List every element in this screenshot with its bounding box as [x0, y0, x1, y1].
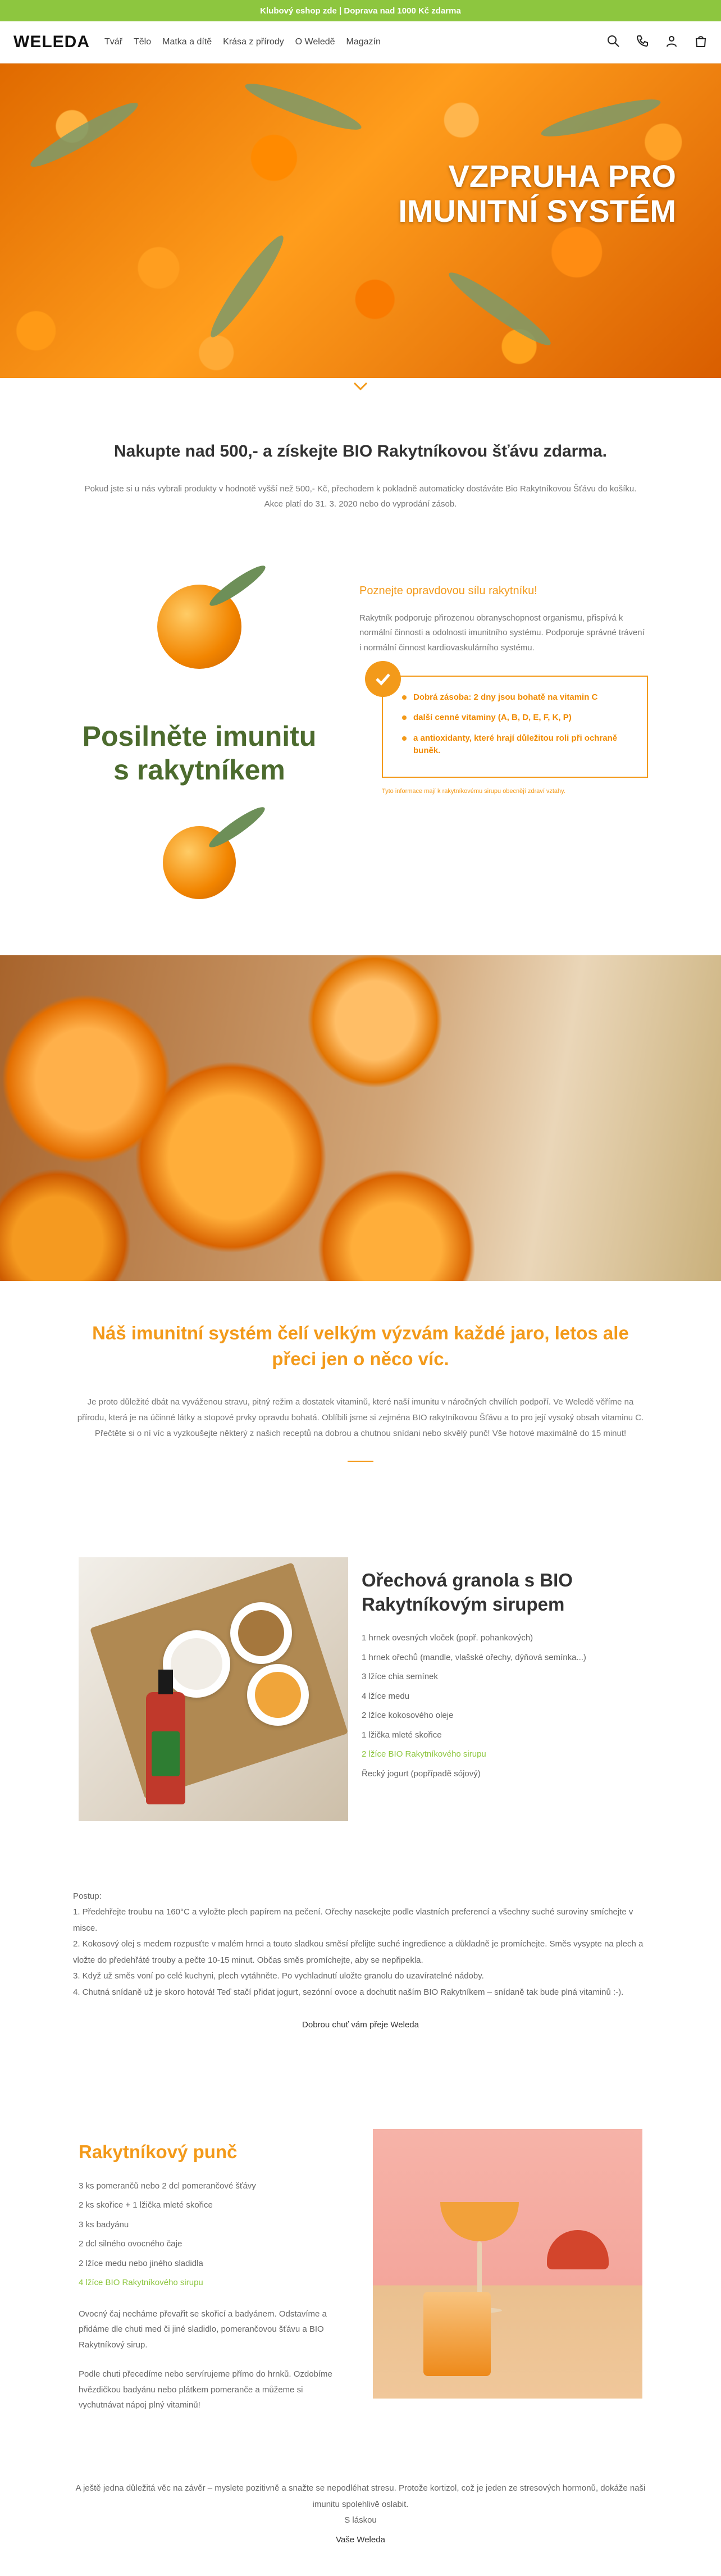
divider	[348, 1460, 373, 1462]
ingredient-item: 2 lžíce medu nebo jiného sladidla	[79, 2258, 203, 2268]
hero-title-line-2: IMUNITNÍ SYSTÉM	[398, 193, 676, 229]
chevron-down-icon[interactable]	[353, 381, 368, 391]
ingredient-item: 3 ks badyánu	[79, 2219, 129, 2230]
intro-section: Náš imunitní systém čelí velkým výzvám k…	[0, 1281, 721, 1496]
closing-signature: Vaše Weleda	[336, 2534, 385, 2545]
punch-title: Rakytníkový punč	[79, 2141, 238, 2162]
punch-ingredients: 3 ks pomerančů nebo 2 dcl pomerančové šť…	[79, 2177, 339, 2293]
intro-text: Je proto důležité dbát na vyváženou stra…	[77, 1397, 644, 1438]
ingredient-item: 1 hrnek ořechů (mandle, vlašské ořechy, …	[362, 1652, 586, 1662]
main-nav: Tvář Tělo Matka a dítě Krása z přírody O…	[104, 37, 606, 47]
intro-title: Náš imunitní systém čelí velkým výzvám k…	[92, 1323, 629, 1370]
ingredient-item: 3 lžíce chia semínek	[362, 1672, 438, 1682]
weleda-logo[interactable]: WELEDA	[13, 33, 90, 52]
bowl	[230, 1602, 292, 1664]
leaf-decoration	[241, 76, 365, 137]
search-icon[interactable]	[606, 34, 620, 51]
leaf-decoration	[444, 265, 556, 353]
immunity-title: Posilněte imunitu s rakytníkem	[83, 719, 317, 787]
benefits-footnote: Tyto informace mají k rakytníkovému siru…	[382, 787, 565, 795]
sea-buckthorn-image	[157, 585, 241, 669]
granola-steps: Postup: 1. Předehřejte troubu na 160°C a…	[0, 1855, 721, 2067]
bowl	[247, 1663, 309, 1726]
ingredient-item: 1 lžička mleté skořice	[362, 1730, 442, 1740]
nav-item-tvar[interactable]: Tvář	[104, 37, 122, 47]
ingredient-item: 4 lžíce medu	[362, 1691, 410, 1701]
immunity-text: Rakytník podporuje přirozenou obranyscho…	[359, 613, 645, 653]
cocktail-glass	[440, 2201, 519, 2241]
hero-title-line-1: VZPRUHA PRO	[448, 158, 676, 194]
ingredient-item-link[interactable]: 4 lžíce BIO Rakytníkového sirupu	[79, 2273, 339, 2293]
granola-photo	[79, 1557, 348, 1821]
hero-banner: VZPRUHA PRO IMUNITNÍ SYSTÉM	[0, 63, 721, 378]
benefit-item: Dobrá zásoba: 2 dny jsou bohatě na vitam…	[402, 691, 632, 704]
benefit-item: a antioxidanty, které hrají důležitou ro…	[402, 732, 632, 758]
leaf-decoration	[26, 95, 143, 174]
recipe-punch: Rakytníkový punč 3 ks pomerančů nebo 2 d…	[0, 2067, 721, 2447]
nav-item-matka-a-dite[interactable]: Matka a dítě	[162, 37, 212, 47]
nav-item-krasa-z-prirody[interactable]: Krása z přírody	[223, 37, 284, 47]
offer-text: Pokud jste si u nás vybrali produkty v h…	[84, 484, 637, 509]
sea-buckthorn-closeup-photo	[0, 955, 721, 1281]
punch-para-1: Ovocný čaj necháme převařit se skořicí a…	[79, 2309, 327, 2350]
punch-photo	[373, 2128, 642, 2399]
ingredient-item: Řecký jogurt (popřípadě sójový)	[362, 1768, 481, 1779]
granola-title-line-2: Rakytníkovým sirupem	[362, 1593, 565, 1615]
granola-ingredients: 1 hrnek ovesných vloček (popř. pohankový…	[362, 1629, 642, 1784]
cart-icon[interactable]	[694, 34, 708, 51]
site-header: WELEDA Tvář Tělo Matka a dítě Krása z př…	[0, 21, 721, 63]
user-icon[interactable]	[665, 34, 678, 51]
punch-para-2: Podle chuti přecedíme nebo servírujeme p…	[79, 2369, 332, 2410]
phone-icon[interactable]	[636, 34, 649, 51]
granola-title-line-1: Ořechová granola s BIO	[362, 1569, 573, 1590]
nav-item-telo[interactable]: Tělo	[134, 37, 151, 47]
sea-buckthorn-image	[163, 826, 236, 899]
ingredient-item: 3 ks pomerančů nebo 2 dcl pomerančové šť…	[79, 2181, 256, 2191]
immunity-section: Posilněte imunitu s rakytníkem Poznejte …	[0, 545, 721, 933]
leaf-decoration	[203, 230, 291, 343]
ingredient-item: 2 ks skořice + 1 lžička mleté skořice	[79, 2200, 213, 2210]
nav-item-magazin[interactable]: Magazín	[346, 37, 381, 47]
checkmark-icon	[365, 660, 401, 697]
ingredient-item: 1 hrnek ovesných vloček (popř. pohankový…	[362, 1633, 533, 1643]
immunity-info: Poznejte opravdovou sílu rakytníku! Raky…	[359, 573, 648, 899]
recipe-granola: Ořechová granola s BIO Rakytníkovým siru…	[0, 1496, 721, 1855]
closing-section: A ještě jedna důležitá věc na závěr – my…	[0, 2447, 721, 2576]
leaf-decoration	[539, 93, 663, 143]
shell-decoration	[547, 2230, 609, 2269]
granola-signoff: Dobrou chuť vám přeje Weleda	[302, 2020, 419, 2030]
benefit-item: další cenné vitaminy (A, B, D, E, F, K, …	[402, 712, 632, 724]
step-item: 1. Předehřejte troubu na 160°C a vyložte…	[73, 1907, 633, 1933]
promo-text[interactable]: Klubový eshop zde | Doprava nad 1000 Kč …	[260, 6, 461, 16]
syrup-bottle	[146, 1669, 185, 1804]
punch-recipe-text: Rakytníkový punč 3 ks pomerančů nebo 2 d…	[79, 2129, 339, 2413]
ingredient-item-link[interactable]: 2 lžíce BIO Rakytníkového sirupu	[362, 1745, 642, 1765]
immunity-title-line-2: s rakytníkem	[113, 754, 285, 786]
offer-title: Nakupte nad 500,- a získejte BIO Rakytní…	[113, 442, 607, 461]
closing-tagline: S láskou	[344, 2515, 377, 2525]
immunity-title-line-1: Posilněte imunitu	[82, 721, 317, 752]
step-item: 4. Chutná snídaně už je skoro hotová! Te…	[73, 1987, 624, 1997]
immunity-subtitle: Poznejte opravdovou sílu rakytníku!	[359, 585, 537, 597]
scroll-down[interactable]	[0, 378, 721, 391]
promo-bar[interactable]: Klubový eshop zde | Doprava nad 1000 Kč …	[0, 0, 721, 21]
granola-recipe-text: Ořechová granola s BIO Rakytníkovým siru…	[362, 1557, 642, 1821]
bowl	[163, 1630, 230, 1698]
ingredient-item: 2 lžíce kokosového oleje	[362, 1711, 454, 1721]
ingredient-item: 2 dcl silného ovocného čaje	[79, 2239, 182, 2249]
granola-title: Ořechová granola s BIO Rakytníkovým siru…	[362, 1569, 642, 1617]
step-item: 3. Když už směs voní po celé kuchyni, pl…	[73, 1971, 484, 1981]
immunity-visual: Posilněte imunitu s rakytníkem	[73, 573, 326, 899]
header-icons	[606, 34, 708, 51]
tumbler-glass	[423, 2291, 491, 2376]
steps-title: Postup:	[73, 1891, 102, 1901]
closing-text: A ještě jedna důležitá věc na závěr – my…	[75, 2483, 646, 2509]
hero-title: VZPRUHA PRO IMUNITNÍ SYSTÉM	[398, 159, 676, 228]
offer-section: Nakupte nad 500,- a získejte BIO Rakytní…	[0, 391, 721, 545]
benefits-box: Dobrá zásoba: 2 dny jsou bohatě na vitam…	[365, 660, 648, 778]
nav-item-o-welede[interactable]: O Weledě	[295, 37, 335, 47]
benefits-list: Dobrá zásoba: 2 dny jsou bohatě na vitam…	[402, 691, 632, 758]
step-item: 2. Kokosový olej s medem rozpusťte v mal…	[73, 1939, 644, 1965]
